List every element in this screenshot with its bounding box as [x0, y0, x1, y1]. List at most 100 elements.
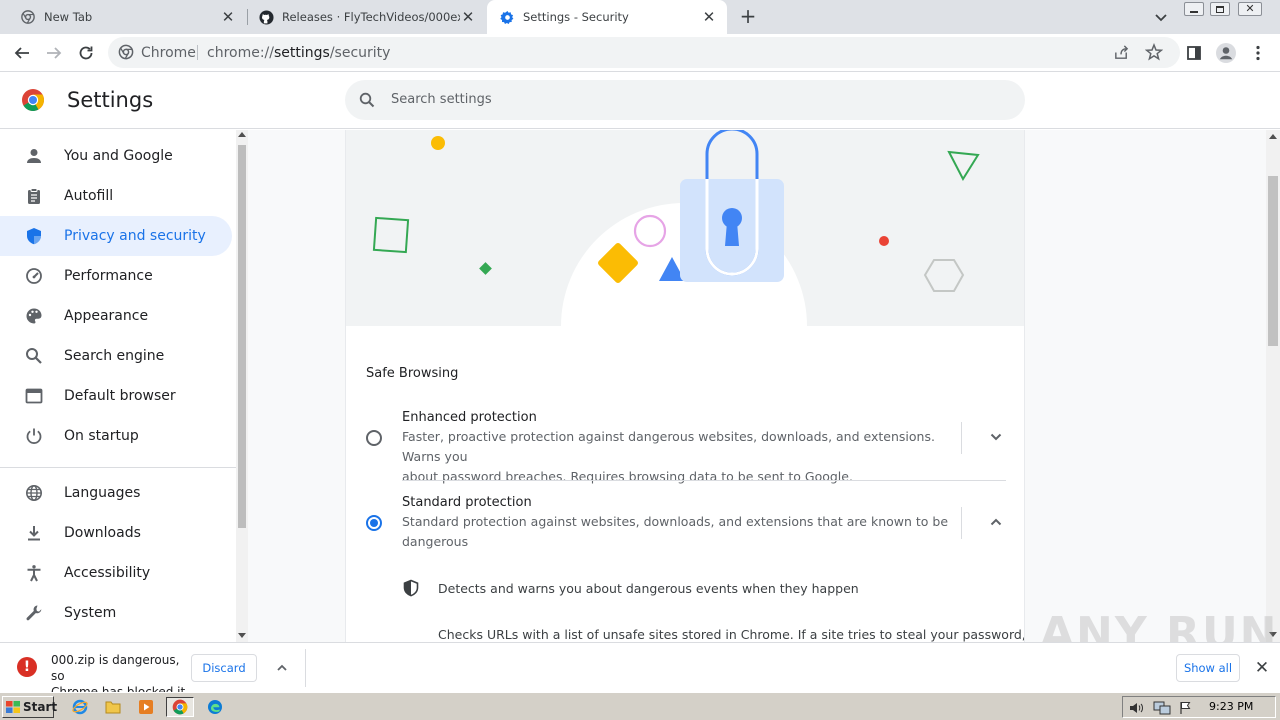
- restore-window-button[interactable]: [1210, 2, 1230, 16]
- windows-logo-icon: [6, 701, 20, 713]
- sidebar-item-label: System: [64, 605, 117, 621]
- close-window-button[interactable]: ✕: [1238, 2, 1262, 16]
- enhanced-protection-radio[interactable]: [366, 430, 382, 446]
- file-explorer-icon[interactable]: [102, 697, 124, 717]
- forward-icon[interactable]: [42, 41, 66, 65]
- scroll-up-arrow-icon[interactable]: [1269, 134, 1277, 139]
- danger-warning-icon: !: [17, 657, 37, 677]
- download-icon: [24, 523, 44, 543]
- profile-avatar-icon[interactable]: [1214, 41, 1238, 65]
- speedometer-icon: [24, 266, 44, 286]
- chrome-site-icon: [118, 44, 134, 64]
- option-separator: [961, 422, 962, 454]
- media-player-icon[interactable]: [135, 697, 157, 717]
- settings-header: Settings Search settings: [0, 72, 1280, 129]
- sidebar-item-search-engine[interactable]: Search engine: [0, 336, 232, 376]
- address-bar[interactable]: Chrome chrome://settings/security: [108, 37, 1180, 68]
- sidebar-item-on-startup[interactable]: On startup: [0, 416, 232, 456]
- wrench-icon: [24, 603, 44, 623]
- standard-protection-radio[interactable]: [366, 515, 382, 531]
- search-icon: [359, 92, 375, 112]
- page-scrollbar-thumb[interactable]: [1268, 176, 1278, 346]
- accessibility-icon: [24, 563, 44, 583]
- security-illustration: [346, 130, 1024, 326]
- collapse-chevron-up-icon[interactable]: [986, 512, 1006, 532]
- tab-title: Settings - Security: [523, 10, 629, 24]
- show-all-button[interactable]: Show all: [1176, 654, 1240, 682]
- start-button[interactable]: Start: [2, 696, 58, 718]
- person-icon: [24, 146, 44, 166]
- new-tab-button[interactable]: +: [736, 5, 760, 29]
- sidebar-scrollbar-thumb[interactable]: [238, 145, 246, 528]
- scroll-up-arrow-icon[interactable]: [238, 132, 246, 137]
- shield-detail-icon: [402, 579, 420, 601]
- desc-line: Standard protection against websites, do…: [402, 514, 949, 529]
- back-icon[interactable]: [10, 41, 34, 65]
- close-download-bar-icon[interactable]: ✕: [1252, 658, 1272, 678]
- sidebar-item-performance[interactable]: Performance: [0, 256, 232, 296]
- tab-title: Releases · FlyTechVideos/000exe: [282, 10, 460, 24]
- shield-icon: [24, 226, 44, 246]
- settings-sidebar: You and Google Autofill Privacy and secu…: [0, 130, 236, 642]
- expand-chevron-down-icon[interactable]: [986, 427, 1006, 447]
- share-icon[interactable]: [1113, 44, 1130, 65]
- sidebar-item-downloads[interactable]: Downloads: [0, 513, 232, 553]
- sidebar-item-appearance[interactable]: Appearance: [0, 296, 232, 336]
- action-center-flag-icon[interactable]: [1179, 700, 1193, 719]
- standard-protection-title: Standard protection: [402, 495, 532, 510]
- tab-new-tab[interactable]: New Tab ✕: [0, 0, 246, 34]
- sidebar-item-languages[interactable]: Languages: [0, 473, 232, 513]
- security-card: Safe Browsing Enhanced protection Faster…: [345, 130, 1025, 642]
- enhanced-protection-desc: Faster, proactive protection against dan…: [402, 427, 952, 487]
- internet-explorer-icon[interactable]: [69, 697, 91, 717]
- side-panel-icon[interactable]: [1182, 41, 1206, 65]
- close-tab-icon[interactable]: ✕: [701, 8, 717, 26]
- network-icon[interactable]: [1153, 700, 1171, 719]
- sidebar-item-label: On startup: [64, 428, 139, 444]
- download-message-line: 000.zip is dangerous, so: [51, 653, 180, 683]
- safe-browsing-heading: Safe Browsing: [366, 366, 459, 381]
- tab-search-chevron-icon[interactable]: [1152, 8, 1170, 26]
- minimize-window-button[interactable]: [1184, 2, 1204, 16]
- chrome-icon: [20, 9, 36, 25]
- volume-icon[interactable]: [1128, 700, 1144, 719]
- reload-icon[interactable]: [74, 41, 98, 65]
- clipboard-icon: [24, 186, 44, 206]
- chrome-taskbar-icon[interactable]: [166, 697, 194, 717]
- tab-settings-security[interactable]: Settings - Security ✕: [487, 0, 727, 34]
- globe-icon: [24, 483, 44, 503]
- close-tab-icon[interactable]: ✕: [460, 8, 476, 26]
- search-settings-input[interactable]: Search settings: [345, 80, 1025, 120]
- download-bar: ! 000.zip is dangerous, so Chrome has bl…: [0, 642, 1280, 699]
- sidebar-item-system[interactable]: System: [0, 593, 232, 633]
- close-tab-icon[interactable]: ✕: [220, 8, 236, 26]
- download-options-chevron-up-icon[interactable]: [272, 658, 292, 678]
- discard-button[interactable]: Discard: [191, 654, 257, 682]
- search-placeholder: Search settings: [391, 92, 492, 107]
- sidebar-item-privacy-and-security[interactable]: Privacy and security: [0, 216, 232, 256]
- browser-toolbar: Chrome chrome://settings/security: [0, 34, 1280, 72]
- settings-gear-icon: [499, 9, 515, 25]
- sidebar-item-you-and-google[interactable]: You and Google: [0, 136, 232, 176]
- detail-text: Detects and warns you about dangerous ev…: [438, 581, 859, 596]
- power-icon: [24, 426, 44, 446]
- enhanced-protection-title: Enhanced protection: [402, 410, 537, 425]
- sidebar-item-autofill[interactable]: Autofill: [0, 176, 232, 216]
- omnibox-brand: Chrome: [141, 45, 196, 61]
- download-bar-separator: [305, 649, 306, 687]
- tab-releases[interactable]: Releases · FlyTechVideos/000exe ✕: [238, 0, 486, 34]
- sidebar-item-label: Default browser: [64, 388, 176, 404]
- sidebar-item-default-browser[interactable]: Default browser: [0, 376, 232, 416]
- menu-kebab-icon[interactable]: [1246, 41, 1270, 65]
- sidebar-item-label: Performance: [64, 268, 153, 284]
- tab-title: New Tab: [44, 10, 93, 24]
- search-icon: [24, 346, 44, 366]
- sidebar-item-label: You and Google: [64, 148, 173, 164]
- edge-icon[interactable]: [204, 697, 226, 717]
- sidebar-item-label: Privacy and security: [64, 228, 206, 244]
- sidebar-item-accessibility[interactable]: Accessibility: [0, 553, 232, 593]
- start-label: Start: [23, 700, 58, 714]
- bookmark-star-icon[interactable]: [1144, 42, 1164, 65]
- scroll-down-arrow-icon[interactable]: [238, 633, 246, 638]
- option-separator: [961, 507, 962, 539]
